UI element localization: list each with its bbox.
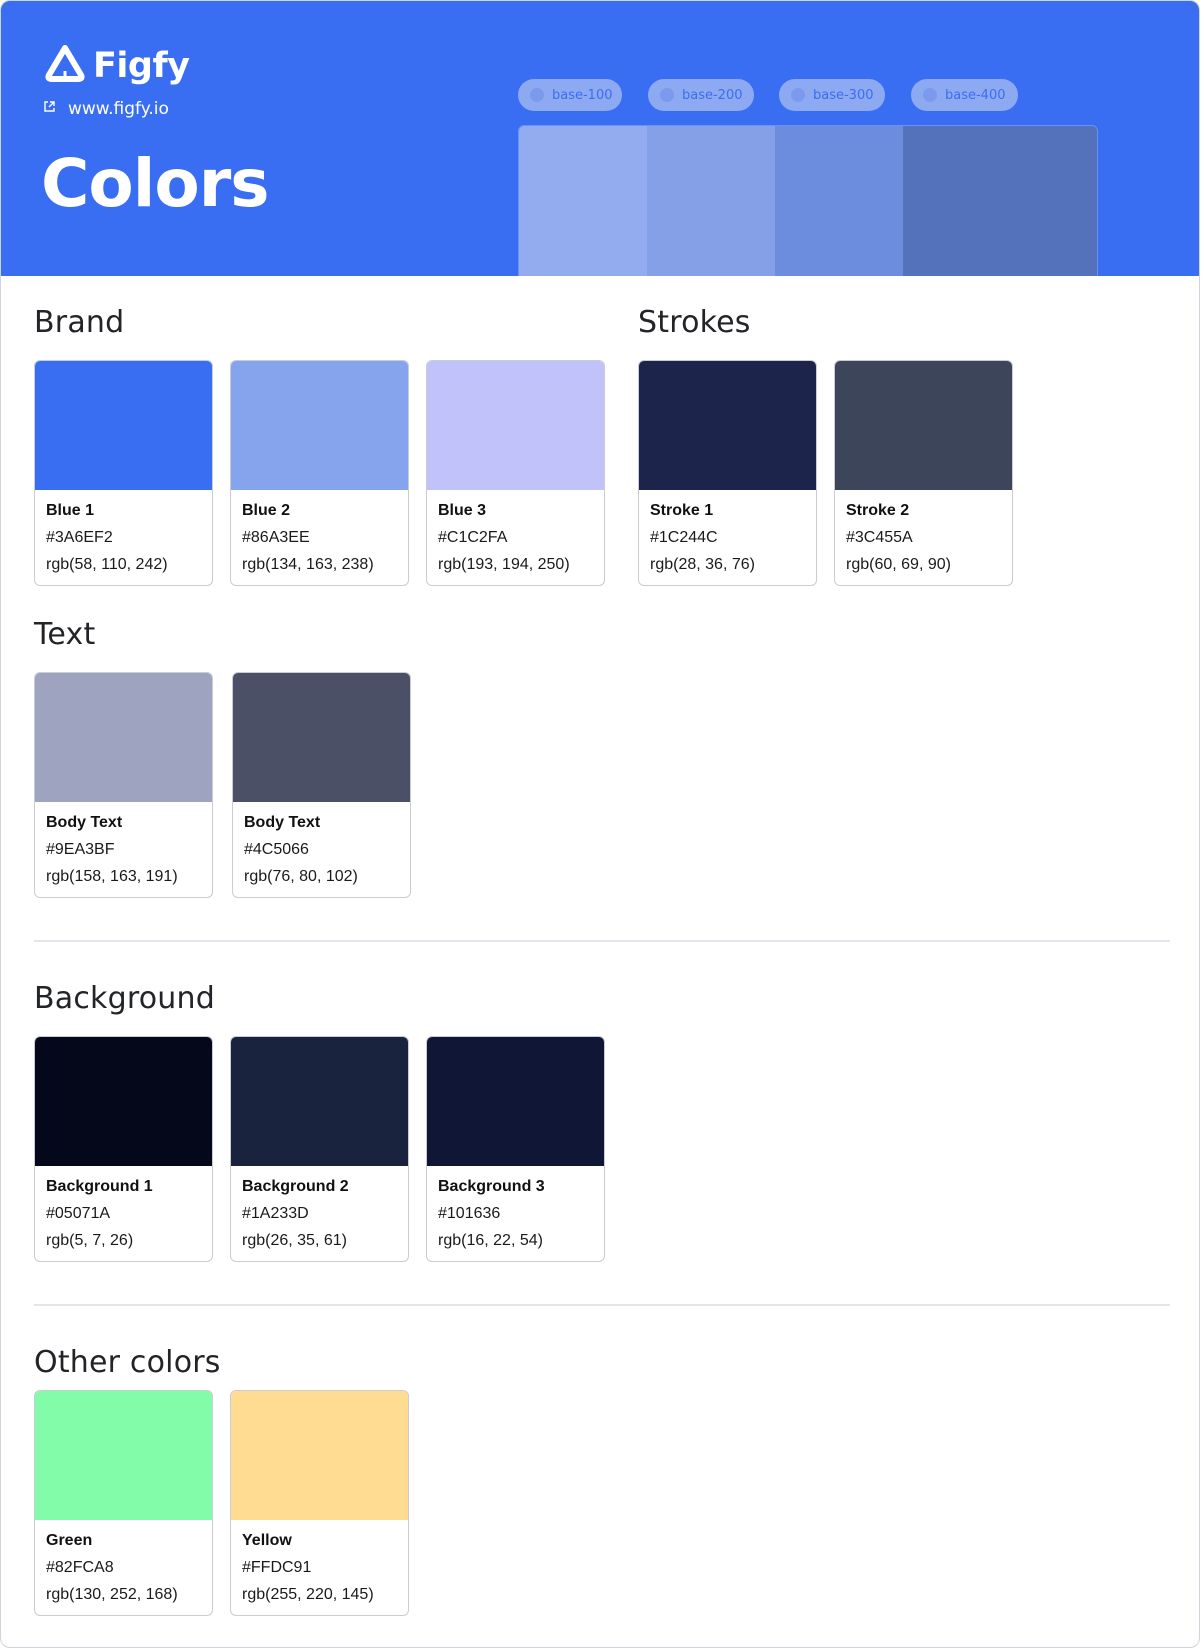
color-hex: #4C5066 [244,841,309,858]
color-hex: #86A3EE [242,529,310,546]
color-name: Stroke 2 [846,502,910,519]
color-swatch [231,1391,408,1520]
color-swatch [639,361,816,490]
color-rgb: rgb(193, 194, 250) [438,556,570,573]
color-swatch [233,673,410,802]
color-swatch [231,1037,408,1166]
dot-icon [660,88,674,102]
pill-label: base-400 [945,87,1006,103]
color-rgb: rgb(134, 163, 238) [242,556,374,573]
color-card-blue-2: Blue 2 #86A3EE rgb(134, 163, 238) [230,360,409,586]
pill-base-100: base-100 [518,79,622,111]
section-title-brand: Brand [34,305,125,340]
color-name: Background 2 [242,1178,349,1195]
color-card-blue-1: Blue 1 #3A6EF2 rgb(58, 110, 242) [34,360,213,586]
section-divider [34,940,1170,942]
section-divider [34,1304,1170,1306]
base-scale-labels: base-100 base-200 base-300 base-400 [518,79,1038,111]
color-name: Green [46,1532,93,1549]
color-name: Blue 1 [46,502,95,519]
color-swatch [35,361,212,490]
color-name: Body Text [244,814,321,831]
color-hex: #1C244C [650,529,718,546]
website-link-text: www.figfy.io [68,99,169,119]
color-rgb: rgb(255, 220, 145) [242,1586,374,1603]
pill-base-200: base-200 [648,79,754,111]
scale-block-base-100 [519,126,647,276]
color-card-blue-3: Blue 3 #C1C2FA rgb(193, 194, 250) [426,360,605,586]
scale-block-base-200 [647,126,775,276]
pill-base-400: base-400 [911,79,1018,111]
color-card-background-2: Background 2 #1A233D rgb(26, 35, 61) [230,1036,409,1262]
website-link[interactable]: www.figfy.io [43,99,169,119]
scale-block-base-400 [903,126,1097,276]
pill-base-300: base-300 [779,79,885,111]
dot-icon [530,88,544,102]
color-hex: #9EA3BF [46,841,115,858]
section-title-text: Text [34,617,96,652]
external-link-icon [43,100,56,118]
brand-name: Figfy [93,45,190,86]
section-title-strokes: Strokes [638,305,751,340]
color-name: Yellow [242,1532,292,1549]
color-name: Background 1 [46,1178,153,1195]
color-card-background-1: Background 1 #05071A rgb(5, 7, 26) [34,1036,213,1262]
color-styleguide-page: Figfy www.figfy.io Colors base-100 base-… [0,0,1200,1648]
section-title-other-colors: Other colors [34,1345,221,1380]
color-hex: #3C455A [846,529,913,546]
color-rgb: rgb(16, 22, 54) [438,1232,543,1249]
base-color-scale [518,125,1098,276]
dot-icon [923,88,937,102]
color-hex: #FFDC91 [242,1559,312,1576]
color-rgb: rgb(26, 35, 61) [242,1232,347,1249]
color-hex: #82FCA8 [46,1559,114,1576]
color-card-body-text-light: Body Text #9EA3BF rgb(158, 163, 191) [34,672,213,898]
color-rgb: rgb(60, 69, 90) [846,556,951,573]
color-rgb: rgb(158, 163, 191) [46,868,178,885]
color-swatch [231,361,408,490]
color-swatch [35,673,212,802]
header-banner: Figfy www.figfy.io Colors base-100 base-… [1,1,1199,276]
section-title-background: Background [34,981,215,1016]
color-card-body-text-dark: Body Text #4C5066 rgb(76, 80, 102) [232,672,411,898]
color-name: Stroke 1 [650,502,714,519]
color-name: Body Text [46,814,123,831]
scale-block-base-300 [775,126,903,276]
color-rgb: rgb(5, 7, 26) [46,1232,134,1249]
color-swatch [35,1037,212,1166]
color-rgb: rgb(28, 36, 76) [650,556,755,573]
brand-logo: Figfy [43,43,190,88]
color-hex: #1A233D [242,1205,309,1222]
color-hex: #C1C2FA [438,529,508,546]
color-rgb: rgb(76, 80, 102) [244,868,358,885]
color-rgb: rgb(58, 110, 242) [46,556,168,573]
color-hex: #05071A [46,1205,111,1222]
color-swatch [835,361,1012,490]
dot-icon [791,88,805,102]
color-hex: #3A6EF2 [46,529,113,546]
color-card-green: Green #82FCA8 rgb(130, 252, 168) [34,1390,213,1616]
pill-label: base-200 [682,87,743,103]
color-card-stroke-2: Stroke 2 #3C455A rgb(60, 69, 90) [834,360,1013,586]
color-hex: #101636 [438,1205,501,1222]
pill-label: base-100 [552,87,613,103]
color-swatch [427,1037,604,1166]
color-card-yellow: Yellow #FFDC91 rgb(255, 220, 145) [230,1390,409,1616]
figfy-logo-icon [43,43,87,88]
color-name: Blue 2 [242,502,291,519]
color-name: Blue 3 [438,502,487,519]
color-rgb: rgb(130, 252, 168) [46,1586,178,1603]
pill-label: base-300 [813,87,874,103]
color-swatch [35,1391,212,1520]
color-card-stroke-1: Stroke 1 #1C244C rgb(28, 36, 76) [638,360,817,586]
color-name: Background 3 [438,1178,545,1195]
color-swatch [427,361,604,490]
page-title: Colors [41,145,270,222]
color-card-background-3: Background 3 #101636 rgb(16, 22, 54) [426,1036,605,1262]
